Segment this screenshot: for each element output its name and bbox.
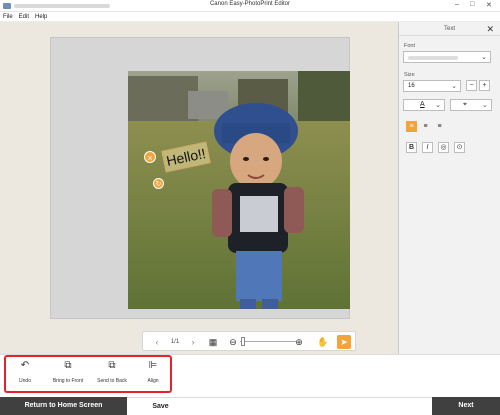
page-indicator: 1/1 (170, 339, 180, 345)
italic-button[interactable]: I (422, 142, 433, 153)
title-bar: Canon Easy-PhotoPrint Editor – □ ✕ (0, 0, 500, 12)
bring-to-front-button[interactable]: ⧉ Bring to Front (48, 360, 88, 384)
decrease-size-button[interactable]: − (466, 80, 477, 91)
chevron-down-icon: ⌄ (435, 102, 441, 109)
undo-label: Undo (19, 378, 31, 384)
align-icon: ⊫ (148, 360, 158, 371)
next-button[interactable]: Next (432, 397, 500, 415)
zoom-slider-thumb[interactable] (241, 337, 245, 346)
menu-bar: File Edit Help (0, 12, 500, 22)
rotate-handle-icon[interactable]: ↻ (153, 178, 164, 189)
font-select[interactable]: ⌄ (403, 51, 491, 63)
return-home-button[interactable]: Return to Home Screen (0, 397, 127, 415)
align-button[interactable]: ⊫ Align (140, 360, 166, 384)
delete-handle-icon[interactable]: × (144, 151, 156, 163)
size-select[interactable]: 16 ⌄ (403, 80, 461, 92)
align-center-icon[interactable]: ≡ (420, 121, 431, 132)
panel-header: Text ✕ (399, 22, 500, 36)
save-button[interactable]: Save (127, 397, 194, 415)
bring-to-front-icon: ⧉ (64, 360, 72, 371)
bucket-icon: ⌖ (463, 101, 467, 108)
next-page-icon[interactable]: › (187, 335, 199, 349)
outline-text-icon[interactable]: ◎ (438, 142, 449, 153)
bold-button[interactable]: B (406, 142, 417, 153)
photo-image[interactable] (128, 71, 350, 309)
prev-page-icon[interactable]: ‹ (151, 335, 163, 349)
font-name-blurred (408, 56, 458, 60)
panel-title: Text (443, 26, 455, 32)
zoom-in-icon[interactable]: ⊕ (293, 335, 305, 349)
bring-to-front-label: Bring to Front (52, 378, 84, 384)
menu-edit[interactable]: Edit (19, 14, 29, 20)
chevron-down-icon: ⌄ (481, 54, 487, 61)
align-label: Align (147, 378, 159, 384)
minimize-icon[interactable]: – (455, 1, 459, 8)
font-label: Font (404, 43, 416, 49)
text-effect-select[interactable]: ⌖ ⌄ (450, 99, 492, 111)
maximize-icon[interactable]: □ (470, 1, 474, 8)
footer-spacer (194, 397, 432, 415)
increase-size-button[interactable]: + (479, 80, 490, 91)
text-color-icon: A (420, 101, 425, 108)
size-value: 16 (408, 83, 415, 89)
send-to-back-label: Send to Back (97, 378, 127, 384)
window-title: Canon Easy-PhotoPrint Editor (209, 1, 291, 7)
size-label: Size (404, 72, 415, 78)
pan-hand-icon[interactable]: ✋ (317, 335, 329, 349)
grid-view-icon[interactable]: ▦ (207, 335, 219, 349)
text-color-select[interactable]: A ⌄ (403, 99, 445, 111)
menu-help[interactable]: Help (35, 14, 47, 20)
undo-icon: ↶ (20, 360, 30, 371)
send-to-back-icon: ⧉ (108, 360, 116, 371)
chevron-down-icon: ⌄ (482, 102, 488, 109)
footer-bar: Return to Home Screen Save Next (0, 397, 500, 415)
menu-file[interactable]: File (3, 14, 13, 20)
panel-close-icon[interactable]: ✕ (486, 22, 494, 36)
zoom-slider[interactable] (240, 341, 296, 342)
align-left-icon[interactable]: ≡ (406, 121, 417, 132)
shadow-text-icon[interactable]: ⊙ (454, 142, 465, 153)
zoom-out-icon[interactable]: ⊖ (227, 335, 239, 349)
photo-illustration (128, 71, 350, 309)
undo-button[interactable]: ↶ Undo (12, 360, 38, 384)
send-to-back-button[interactable]: ⧉ Send to Back (92, 360, 132, 384)
select-pointer-icon[interactable]: ➤ (337, 335, 351, 349)
close-icon[interactable]: ✕ (486, 1, 492, 9)
chevron-down-icon: ⌄ (451, 83, 457, 90)
align-right-icon[interactable]: ≡ (434, 121, 445, 132)
